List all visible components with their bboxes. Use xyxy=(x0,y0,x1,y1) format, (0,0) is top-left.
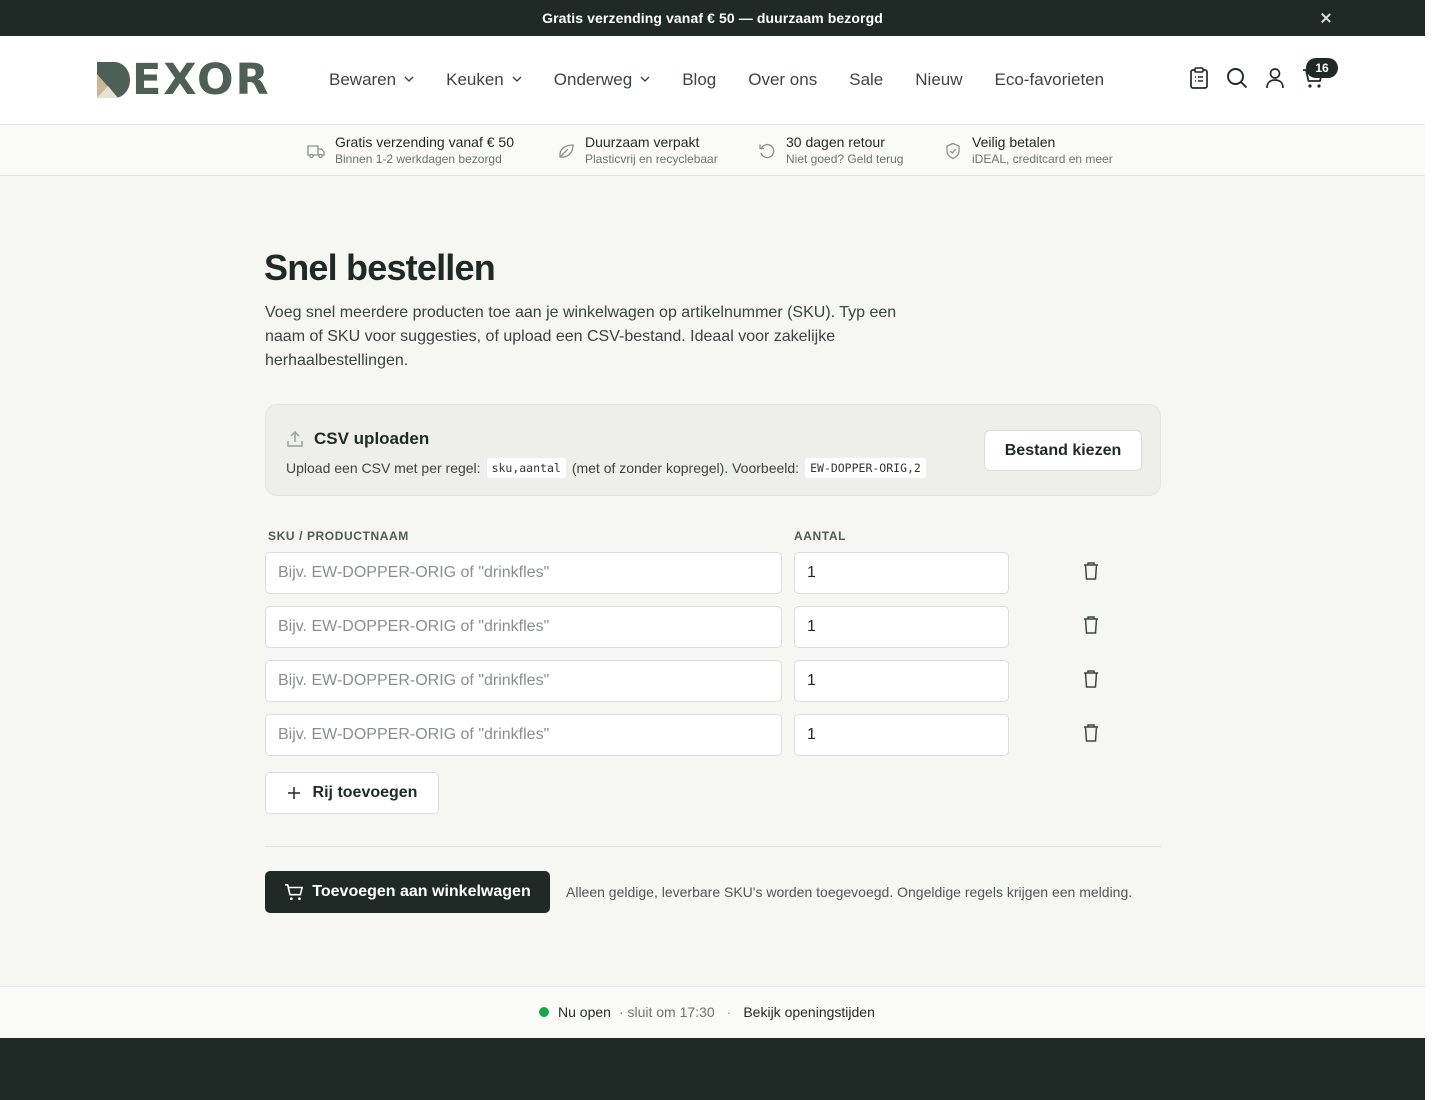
brand-name: EXOR xyxy=(132,55,271,105)
usp-subtitle: Plasticvrij en recyclebaar xyxy=(585,152,718,166)
nav-label: Eco-favorieten xyxy=(994,70,1105,89)
trash-icon[interactable] xyxy=(1080,561,1102,585)
csv-title-row: CSV uploaden xyxy=(286,429,429,449)
table-row xyxy=(265,714,1115,756)
csv-desc-middle: (met of zonder kopregel). Voorbeeld: xyxy=(571,460,800,476)
add-to-cart-label: Toevoegen aan winkelwagen xyxy=(312,883,531,900)
user-icon[interactable] xyxy=(1264,66,1286,90)
quantity-input[interactable] xyxy=(794,606,1009,648)
store-status-bar: Nu open · sluit om 17:30 · Bekijk openin… xyxy=(0,986,1425,1038)
cart-icon xyxy=(285,883,304,901)
shield-check-icon xyxy=(946,142,960,160)
chevron-down-icon xyxy=(640,76,650,82)
csv-example-code: EW-DOPPER-ORIG,2 xyxy=(805,458,926,478)
logo-mark-icon xyxy=(97,62,130,98)
usp-title: Duurzaam verpakt xyxy=(585,134,700,150)
choose-file-button[interactable]: Bestand kiezen xyxy=(984,430,1142,471)
usp-item-returns: 30 dagen retour Niet goed? Geld terug xyxy=(758,134,903,167)
csv-description: Upload een CSV met per regel: sku,aantal… xyxy=(286,458,926,478)
plus-icon xyxy=(287,787,300,799)
usp-subtitle: iDEAL, creditcard en meer xyxy=(972,152,1113,166)
usp-title: 30 dagen retour xyxy=(786,134,885,150)
quantity-input[interactable] xyxy=(794,660,1009,702)
nav-item-over-ons[interactable]: Over ons xyxy=(748,68,817,92)
page-title: Snel bestellen xyxy=(264,247,496,288)
nav-item-sale[interactable]: Sale xyxy=(849,68,883,92)
quantity-input[interactable] xyxy=(794,552,1009,594)
chevron-down-icon xyxy=(404,76,414,82)
usp-item-shipping: Gratis verzending vanaf € 50 Binnen 1-2 … xyxy=(307,134,514,167)
chevron-down-icon xyxy=(512,76,522,82)
header-icons xyxy=(1188,66,1324,90)
store-status: Nu open · sluit om 17:30 · Bekijk openin… xyxy=(539,1004,875,1020)
status-separator: · xyxy=(726,1004,732,1020)
nav-label: Blog xyxy=(682,70,717,89)
trash-icon[interactable] xyxy=(1080,723,1102,747)
quantity-input[interactable] xyxy=(794,714,1009,756)
usp-item-payment: Veilig betalen iDEAL, creditcard en meer xyxy=(944,134,1113,167)
announcement-bar: Gratis verzending vanaf € 50 — duurzaam … xyxy=(0,0,1425,36)
nav-label: Bewaren xyxy=(329,70,397,89)
truck-icon xyxy=(307,145,325,159)
usp-title: Gratis verzending vanaf € 50 xyxy=(335,134,514,150)
sku-input[interactable] xyxy=(265,552,782,594)
table-row xyxy=(265,606,1115,648)
sku-column-header: SKU / PRODUCTNAAM xyxy=(268,529,409,543)
nav-item-eco-favorieten[interactable]: Eco-favorieten xyxy=(995,68,1105,92)
usp-subtitle: Niet goed? Geld terug xyxy=(786,152,904,166)
leaf-icon xyxy=(559,144,574,158)
add-to-cart-note: Alleen geldige, leverbare SKU's worden t… xyxy=(566,884,1133,900)
divider xyxy=(265,846,1161,847)
usp-subtitle: Binnen 1-2 werkdagen bezorgd xyxy=(335,152,502,166)
nav-label: Nieuw xyxy=(915,70,963,89)
add-row-label: Rij toevoegen xyxy=(312,784,418,801)
qty-column-header: AANTAL xyxy=(794,529,847,543)
nav-label: Keuken xyxy=(446,70,504,89)
main-nav: Bewaren Keuken Onderweg Blog Over ons Sa… xyxy=(329,68,1136,92)
closing-time: · sluit om 17:30 xyxy=(618,1004,715,1020)
trash-icon[interactable] xyxy=(1080,669,1102,693)
site-footer xyxy=(0,1038,1425,1100)
nav-item-keuken[interactable]: Keuken xyxy=(446,68,522,92)
csv-title: CSV uploaden xyxy=(314,429,430,448)
nav-item-nieuw[interactable]: Nieuw xyxy=(915,68,962,92)
clipboard-list-icon[interactable] xyxy=(1188,66,1210,90)
table-row xyxy=(265,660,1115,702)
add-to-cart-button[interactable]: Toevoegen aan winkelwagen xyxy=(265,871,550,913)
logo[interactable]: EXOR xyxy=(96,55,271,105)
search-icon[interactable] xyxy=(1226,66,1248,90)
sku-input[interactable] xyxy=(265,660,782,702)
sku-input[interactable] xyxy=(265,606,782,648)
open-status-dot xyxy=(539,1007,549,1017)
add-row-button[interactable]: Rij toevoegen xyxy=(265,772,439,814)
nav-item-onderweg[interactable]: Onderweg xyxy=(554,68,650,92)
usp-title: Veilig betalen xyxy=(972,134,1056,150)
nav-item-bewaren[interactable]: Bewaren xyxy=(329,68,414,92)
scrollbar-gutter xyxy=(1425,0,1440,1100)
upload-icon xyxy=(287,430,303,447)
cart-count-badge: 16 xyxy=(1306,58,1338,78)
sku-input[interactable] xyxy=(265,714,782,756)
usp-item-packaging: Duurzaam verpakt Plasticvrij en recycleb… xyxy=(557,134,718,167)
announcement-text: Gratis verzending vanaf € 50 — duurzaam … xyxy=(542,10,883,26)
nav-label: Sale xyxy=(849,70,884,89)
csv-upload-panel: CSV uploaden Upload een CSV met per rege… xyxy=(265,404,1161,496)
usp-bar: Gratis verzending vanaf € 50 Binnen 1-2 … xyxy=(0,125,1425,176)
nav-label: Over ons xyxy=(748,70,818,89)
nav-item-blog[interactable]: Blog xyxy=(682,68,716,92)
trash-icon[interactable] xyxy=(1080,615,1102,639)
opening-hours-link[interactable]: Bekijk openingstijden xyxy=(743,1004,875,1020)
csv-desc-prefix: Upload een CSV met per regel: xyxy=(286,460,481,476)
page-intro: Voeg snel meerdere producten toe aan je … xyxy=(265,304,897,369)
return-icon xyxy=(759,143,775,159)
close-icon[interactable] xyxy=(1317,9,1335,27)
open-label: Nu open xyxy=(558,1004,611,1020)
table-row xyxy=(265,552,1115,594)
site-header: EXOR Bewaren Keuken Onderweg Blog Over o… xyxy=(0,36,1425,125)
nav-label: Onderweg xyxy=(553,70,633,89)
csv-format-code: sku,aantal xyxy=(486,458,566,478)
